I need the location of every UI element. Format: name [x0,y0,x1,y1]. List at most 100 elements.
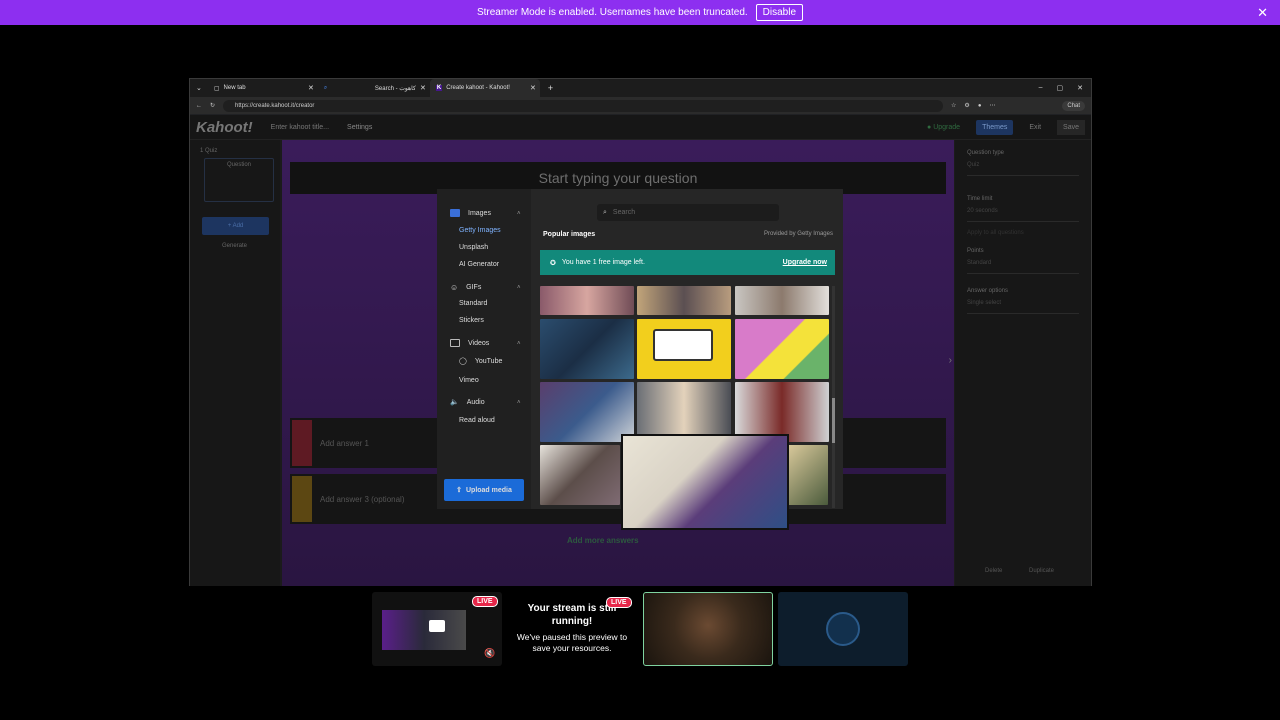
nav-videos[interactable]: Videos [450,339,489,347]
answer-options-select[interactable]: Single select [967,300,1079,314]
nav-standard[interactable]: Standard [459,300,487,307]
image-icon [450,209,460,217]
image-tile[interactable] [735,382,829,442]
close-tab-icon[interactable]: ✕ [420,84,426,92]
back-icon[interactable]: ← [196,103,202,109]
nav-vimeo[interactable]: Vimeo [459,377,479,384]
screen-share-icon [429,620,445,632]
new-tab-icon[interactable]: + [540,83,561,93]
question-type-select[interactable]: Quiz [967,162,1079,176]
image-tile[interactable] [637,286,731,315]
image-tile[interactable] [540,382,634,442]
nav-read-aloud[interactable]: Read aloud [459,417,495,424]
duplicate-button[interactable]: Duplicate [1029,568,1054,574]
themes-button[interactable]: Themes [976,119,1014,135]
nav-youtube[interactable]: ◯ YouTube [459,357,502,366]
extensions-icon[interactable]: ⚙ [964,102,969,109]
time-limit-select[interactable]: 20 seconds [967,208,1079,222]
close-tab-icon[interactable]: ✕ [308,84,314,92]
stream-preview-avatar[interactable] [778,592,908,666]
upload-media-button[interactable]: ⇧ Upload media [444,479,524,501]
nav-audio[interactable]: 🔈 Audio [450,398,485,407]
close-tab-icon[interactable]: ✕ [530,84,536,92]
tab-label: Search - كاهوت [374,85,416,92]
points-select[interactable]: Standard [967,260,1079,274]
tab-new-tab[interactable]: ▢ New tab ✕ [208,79,318,97]
upload-icon: ⇧ [456,487,462,494]
star-icon[interactable]: ☆ [951,102,956,109]
nav-gifs[interactable]: ☺ GIFs [450,283,481,292]
nav-getty-images[interactable]: Getty Images [459,227,501,234]
exit-button[interactable]: Exit [1029,124,1041,131]
page-icon: ▢ [213,85,220,92]
slide-label: 1 Quiz [200,148,218,154]
kahoot-logo[interactable]: Kahoot! [196,119,253,136]
url-field[interactable]: https://create.kahoot.it/creator [223,99,944,112]
settings-button[interactable]: Settings [347,124,372,131]
nav-ai-generator[interactable]: AI Generator [459,261,499,268]
nav-images[interactable]: Images [450,209,491,217]
caret-up-icon: ˄ [517,400,521,406]
banner-message: Streamer Mode is enabled. Usernames have… [476,7,748,18]
search-placeholder: Search [612,209,636,216]
kahoot-favicon: K [435,85,443,91]
chat-button[interactable]: Chat [1062,100,1085,111]
slide-title: Question [227,162,252,168]
image-tile[interactable] [735,319,829,379]
scrollbar-thumb[interactable] [832,398,835,443]
speech-bubble-icon [653,329,713,361]
notice-text: You have 1 free image left. [561,259,645,266]
apply-all-link[interactable]: Apply to all questions [967,230,1079,236]
image-tile[interactable] [540,445,620,505]
nav-images-label: Images [468,209,491,217]
image-grid-scrollbar[interactable] [832,286,835,508]
stream-preview-webcam[interactable] [643,592,773,666]
image-tile[interactable] [540,319,634,379]
delete-button[interactable]: Delete [985,568,1002,574]
stream-thumbnail [382,610,466,650]
slide-panel: 1 Quiz Question + Add Generate [190,140,280,586]
image-tile[interactable] [637,319,731,379]
streamer-mode-banner: Streamer Mode is enabled. Usernames have… [0,0,1280,25]
image-tile[interactable] [788,445,828,505]
chevron-right-icon[interactable]: › [949,355,952,366]
dragged-image-preview[interactable] [621,434,789,530]
image-tile[interactable] [735,286,829,315]
question-type-label: Question type [967,150,1005,156]
caret-up-icon: ˄ [517,211,521,217]
time-limit-label: Time limit [967,196,993,202]
image-tile[interactable] [637,382,731,442]
upgrade-now-link[interactable]: Upgrade now [783,259,827,266]
image-tile[interactable] [540,286,634,315]
title-input[interactable]: Enter kahoot title... [271,124,329,131]
tab-search[interactable]: ⌕ Search - كاهوت ✕ [318,79,430,97]
close-icon[interactable]: ✕ [1257,5,1268,21]
menu-icon[interactable]: ⋯ [989,102,995,109]
add-slide-button[interactable]: + Add [202,217,269,235]
close-window-icon[interactable]: ✕ [1077,84,1083,92]
muted-icon[interactable]: 🔇 [484,648,495,659]
tab-list-icon[interactable]: ⌄ [190,84,208,92]
slide-thumbnail[interactable]: Question [204,158,274,202]
generate-button[interactable]: Generate [222,243,247,249]
nav-stickers[interactable]: Stickers [459,317,484,324]
stream-preview-1[interactable]: LIVE 🔇 [372,592,502,666]
tab-create-kahoot[interactable]: K Create kahoot - Kahoot! ✕ [429,79,540,97]
image-search-input[interactable]: ⌕ Search [597,204,779,221]
stream-paused-message: Your stream is still running! We've paus… [507,602,637,654]
circle-icon [292,476,312,522]
video-icon [450,339,460,347]
reload-icon[interactable]: ↻ [210,102,215,109]
minimize-icon[interactable]: – [1039,84,1043,92]
disable-button[interactable]: Disable [755,4,804,21]
maximize-icon[interactable]: ▢ [1057,84,1064,92]
nav-gifs-label: GIFs [466,284,482,291]
nav-unsplash[interactable]: Unsplash [459,244,488,251]
add-more-answers-button[interactable]: Add more answers [567,536,639,545]
upgrade-button[interactable]: ● Upgrade [927,124,960,131]
save-button[interactable]: Save [1057,119,1085,135]
live-badge: LIVE [606,597,632,608]
profile-icon[interactable]: ● [978,103,982,109]
answer-1-placeholder: Add answer 1 [320,438,369,448]
caret-up-icon: ˄ [517,341,521,347]
